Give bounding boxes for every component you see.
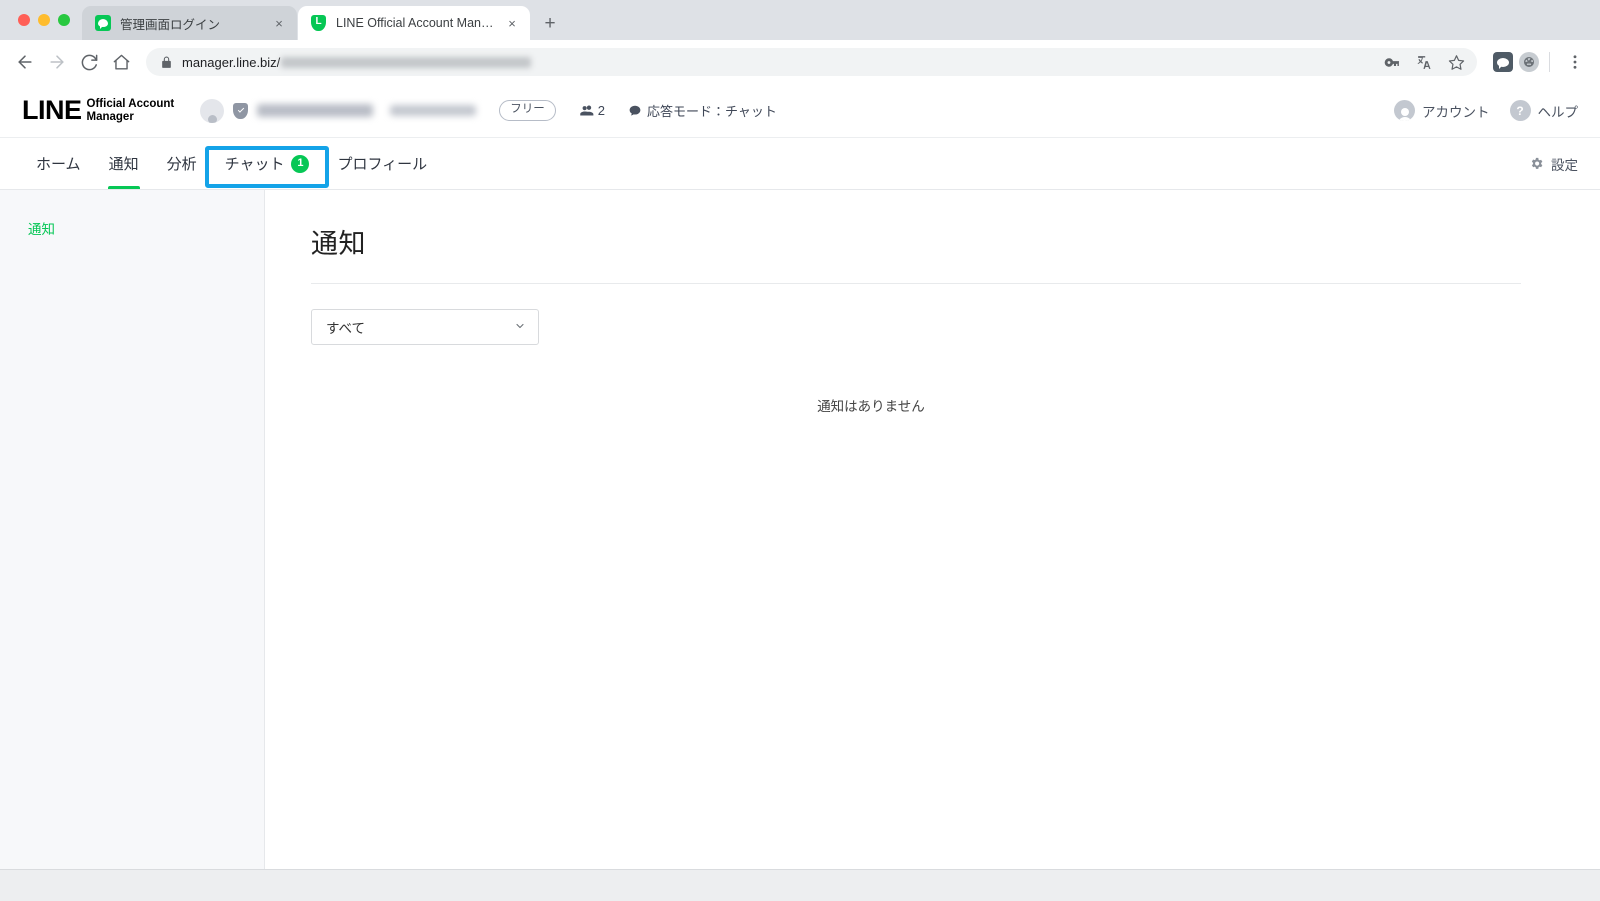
nav-tab-notifications[interactable]: 通知 (95, 138, 153, 189)
friend-count: 2 (579, 103, 605, 118)
notification-filter-value: すべて (326, 321, 366, 336)
line-chat-icon (95, 15, 111, 31)
settings-button[interactable]: 設定 (1529, 154, 1578, 174)
oa-header: LINE Official Account Manager フリー 2 応答モー… (0, 84, 1600, 138)
nav-tab-profile-label: プロフィール (337, 156, 428, 173)
lock-icon (160, 56, 173, 69)
forward-icon[interactable] (42, 47, 72, 77)
account-menu-button[interactable]: アカウント (1394, 100, 1490, 121)
account-info[interactable]: フリー 2 応答モード：チャット (200, 98, 1394, 123)
sidebar-item-notifications-label: 通知 (28, 222, 55, 237)
title-divider (311, 283, 1521, 284)
friend-count-value: 2 (597, 103, 605, 118)
url-visible-part: manager.line.biz/ (182, 54, 281, 70)
toolbar-divider (1549, 52, 1550, 72)
chat-unread-badge: 1 (291, 154, 310, 173)
back-icon[interactable] (10, 47, 40, 77)
logo-subtitle-line2: Manager (86, 110, 134, 123)
account-menu-label: アカウント (1422, 104, 1490, 120)
gear-icon (1529, 156, 1544, 171)
window-minimize-button[interactable] (38, 14, 50, 26)
nav-tab-home[interactable]: ホーム (22, 138, 95, 189)
settings-label: 設定 (1551, 157, 1578, 173)
browser-tab-1-title: 管理画面ログイン (120, 17, 221, 32)
browser-tab-2-title: LINE Official Account Manager (336, 16, 495, 30)
response-mode-label: 応答モード：チャット (647, 104, 777, 119)
line-oa-logo[interactable]: LINE Official Account Manager (22, 97, 174, 124)
account-avatar (200, 98, 225, 123)
chevron-down-icon (514, 320, 526, 335)
browser-tabstrip: 管理画面ログイン × L LINE Official Account Manag… (0, 0, 1600, 40)
browser-tab-2[interactable]: L LINE Official Account Manager × (298, 6, 530, 40)
url-text[interactable]: manager.line.biz/ (182, 55, 1368, 70)
notification-filter-select[interactable]: すべて (311, 309, 539, 345)
home-icon[interactable] (106, 47, 136, 77)
main-content: 通知 すべて 通知はありません (265, 190, 1600, 869)
sidebar: 通知 (0, 190, 265, 869)
logo-line-text: LINE (22, 95, 82, 125)
reload-icon[interactable] (74, 47, 104, 77)
page-title: 通知 (311, 229, 366, 259)
browser-window: 管理画面ログイン × L LINE Official Account Manag… (0, 0, 1600, 901)
page-content: LINE Official Account Manager フリー 2 応答モー… (0, 84, 1600, 869)
nav-tab-home-label: ホーム (36, 156, 81, 173)
line-extension-icon[interactable] (1493, 52, 1513, 72)
nav-tab-list: ホーム 通知 分析 チャット 1 プロフィール (22, 138, 441, 189)
window-traffic-lights (10, 0, 82, 40)
friends-icon (579, 103, 594, 118)
browser-menu-icon[interactable] (1560, 47, 1590, 77)
help-button[interactable]: ? ヘルプ (1509, 100, 1579, 121)
line-shield-icon: L (311, 15, 327, 31)
browser-tab-1-close-icon[interactable]: × (271, 15, 287, 31)
account-id-redacted (390, 105, 477, 116)
empty-state-message: 通知はありません (817, 399, 925, 414)
window-close-button[interactable] (18, 14, 30, 26)
account-name-redacted (257, 104, 374, 117)
oa-body: 通知 通知 すべて 通知はありません (0, 190, 1600, 869)
browser-tab-1[interactable]: 管理画面ログイン × (82, 6, 297, 40)
url-redacted-part (281, 56, 532, 68)
nav-tab-chat[interactable]: チャット 1 (211, 138, 324, 189)
extension-icons (1487, 52, 1539, 72)
address-bar[interactable]: manager.line.biz/ (146, 48, 1477, 76)
key-icon[interactable] (1377, 47, 1407, 77)
response-mode: 応答モード：チャット (628, 101, 777, 120)
bookmark-star-icon[interactable] (1441, 47, 1471, 77)
plan-badge: フリー (499, 100, 556, 121)
chat-bubble-icon (628, 104, 642, 118)
account-avatar-icon (1394, 100, 1415, 121)
translate-icon[interactable] (1409, 47, 1439, 77)
new-tab-button[interactable]: + (536, 9, 564, 37)
nav-tab-analytics-label: 分析 (166, 156, 197, 173)
sidebar-item-notifications[interactable]: 通知 (0, 212, 264, 244)
browser-toolbar: manager.line.biz/ (0, 40, 1600, 84)
browser-window-bottom-edge (0, 869, 1600, 901)
browser-tab-2-close-icon[interactable]: × (504, 15, 520, 31)
window-maximize-button[interactable] (58, 14, 70, 26)
help-label: ヘルプ (1537, 104, 1579, 120)
nav-tab-notifications-label: 通知 (108, 156, 139, 173)
extension-circle-icon[interactable] (1519, 52, 1539, 72)
header-right-actions: アカウント ? ヘルプ (1394, 100, 1578, 121)
verified-shield-icon (233, 102, 249, 119)
active-tab-underline (107, 186, 140, 189)
logo-subtitle-line1: Official Account (86, 97, 175, 110)
oa-nav: ホーム 通知 分析 チャット 1 プロフィール 設定 (0, 138, 1600, 190)
nav-tab-analytics[interactable]: 分析 (153, 138, 211, 189)
help-question-icon: ? (1509, 100, 1531, 121)
nav-tab-chat-label: チャット (224, 156, 285, 173)
nav-tab-profile[interactable]: プロフィール (323, 138, 441, 189)
